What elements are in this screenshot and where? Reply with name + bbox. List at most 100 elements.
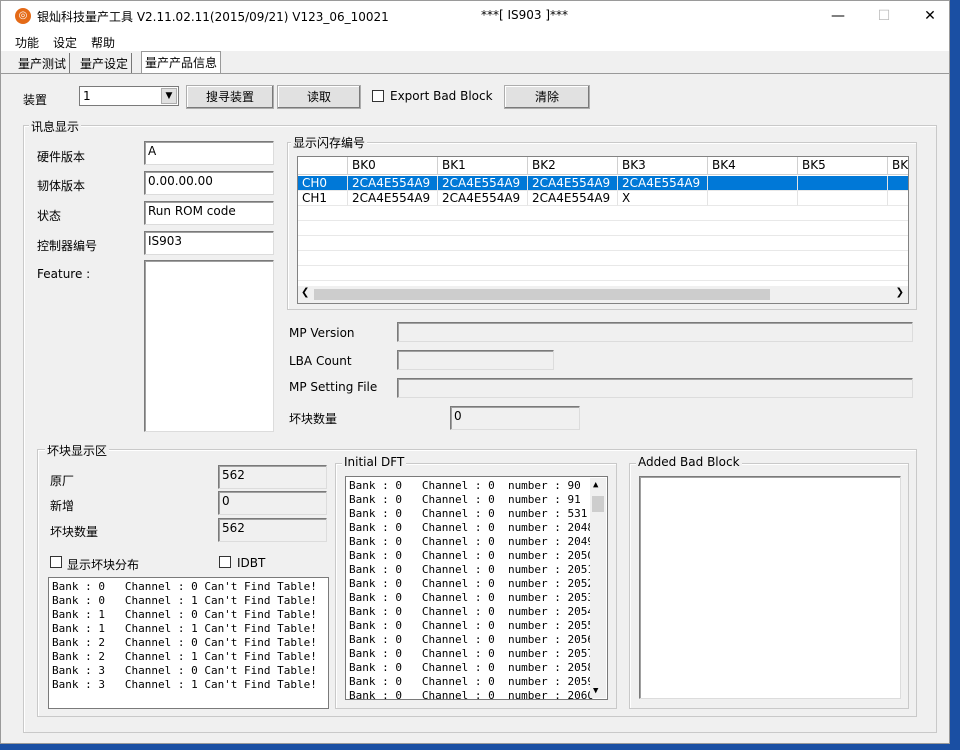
grid-cell[interactable]: 2CA4E554A9 (438, 191, 528, 206)
grid-cell[interactable]: 2CA4E554A9 (528, 191, 618, 206)
grid-cell[interactable]: 2CA4E554A9 (618, 176, 708, 191)
list-item[interactable]: Bank : 0 Channel : 0 number : 531 (349, 507, 604, 521)
list-item[interactable]: Bank : 0 Channel : 0 number : 91 (349, 493, 604, 507)
status-field[interactable]: Run ROM code (144, 201, 274, 225)
grid-cell[interactable] (888, 191, 908, 206)
device-select[interactable]: 1 ▼ (79, 86, 179, 106)
list-item[interactable]: Bank : 0 Channel : 0 number : 2049 (349, 535, 604, 549)
list-item[interactable]: Bank : 0 Channel : 0 number : 2058 (349, 661, 604, 675)
chevron-left-icon[interactable]: ❮ (301, 287, 309, 298)
idbt-checkbox[interactable] (219, 556, 231, 568)
list-item[interactable]: Bank : 0 Channel : 0 number : 2048 (349, 521, 604, 535)
list-item[interactable]: Bank : 0 Channel : 0 number : 2050 (349, 549, 604, 563)
grid-header-bk6[interactable]: BK (888, 157, 908, 175)
grid-cell[interactable]: 2CA4E554A9 (348, 176, 438, 191)
initial-dft-title: Initial DFT (342, 455, 407, 469)
grid-horizontal-scrollbar[interactable]: ❮ ❯ (298, 286, 908, 303)
lba-count-field[interactable] (397, 350, 554, 370)
list-item[interactable]: Bank : 0 Channel : 0 number : 90 (349, 479, 604, 493)
list-item[interactable]: Bank : 0 Channel : 0 Can't Find Table! (52, 580, 325, 594)
device-title: ***[ IS903 ]*** (481, 8, 569, 22)
new-bad-label: 新增 (50, 499, 75, 513)
chevron-down-icon[interactable]: ▼ (593, 684, 598, 698)
grid-header-bk2[interactable]: BK2 (528, 157, 618, 175)
grid-header-bk5[interactable]: BK5 (798, 157, 888, 175)
controller-id-label: 控制器编号 (37, 239, 98, 253)
grid-cell[interactable]: 2CA4E554A9 (528, 176, 618, 191)
bad-block-group-title: 坏块显示区 (45, 442, 110, 459)
grid-cell[interactable] (798, 191, 888, 206)
chevron-right-icon[interactable]: ❯ (896, 287, 904, 298)
export-bad-block-checkbox[interactable] (372, 90, 384, 102)
list-item[interactable]: Bank : 3 Channel : 1 Can't Find Table! (52, 678, 325, 692)
list-item[interactable]: Bank : 1 Channel : 1 Can't Find Table! (52, 622, 325, 636)
bad-block-list[interactable]: Bank : 0 Channel : 0 Can't Find Table! B… (48, 577, 329, 709)
list-item[interactable]: Bank : 0 Channel : 0 number : 2051 (349, 563, 604, 577)
list-item[interactable]: Bank : 0 Channel : 0 number : 2056 (349, 633, 604, 647)
initial-dft-list[interactable]: Bank : 0 Channel : 0 number : 90 Bank : … (345, 476, 608, 700)
device-label: 装置 (23, 93, 48, 107)
tab-mp-product-info[interactable]: 量产产品信息 (141, 51, 222, 73)
list-item[interactable]: Bank : 0 Channel : 0 number : 2060 (349, 689, 604, 699)
grid-cell[interactable]: 2CA4E554A9 (348, 191, 438, 206)
flash-id-grid[interactable]: BK0 BK1 BK2 BK3 BK4 BK5 BK CH0 2CA4E554A… (297, 156, 909, 304)
scrollbar-thumb[interactable] (314, 289, 770, 300)
grid-cell[interactable] (708, 176, 798, 191)
device-select-value: 1 (83, 89, 91, 103)
title-bar: ◎ 银灿科技量产工具 V2.11.02.11(2015/09/21) V123_… (1, 1, 949, 31)
read-button[interactable]: 读取 (277, 85, 361, 109)
list-item[interactable]: Bank : 0 Channel : 0 number : 2059 (349, 675, 604, 689)
info-group-title: 讯息显示 (29, 118, 82, 135)
grid-header-bk0[interactable]: BK0 (348, 157, 438, 175)
controller-id-field[interactable]: IS903 (144, 231, 274, 255)
list-item[interactable]: Bank : 2 Channel : 0 Can't Find Table! (52, 636, 325, 650)
menu-help[interactable]: 帮助 (91, 34, 115, 51)
list-item[interactable]: Bank : 0 Channel : 0 number : 2053 (349, 591, 604, 605)
bad-count-field[interactable]: 562 (218, 518, 327, 542)
row-header-ch0[interactable]: CH0 (298, 176, 348, 191)
grid-cell[interactable]: 2CA4E554A9 (438, 176, 528, 191)
grid-header-bk4[interactable]: BK4 (708, 157, 798, 175)
grid-header-bk1[interactable]: BK1 (438, 157, 528, 175)
mp-version-field[interactable] (397, 322, 913, 342)
menu-function[interactable]: 功能 (15, 34, 39, 51)
show-bad-distribution-checkbox[interactable] (50, 556, 62, 568)
search-device-button[interactable]: 搜寻装置 (186, 85, 274, 109)
dft-vertical-scrollbar[interactable]: ▲ ▼ (590, 478, 606, 698)
list-item[interactable]: Bank : 0 Channel : 0 number : 2055 (349, 619, 604, 633)
added-bad-block-title: Added Bad Block (636, 455, 742, 469)
fw-version-field[interactable]: 0.00.00.00 (144, 171, 274, 195)
menu-settings[interactable]: 设定 (53, 34, 77, 51)
list-item[interactable]: Bank : 0 Channel : 0 number : 2054 (349, 605, 604, 619)
maximize-button[interactable]: ☐ (861, 1, 907, 31)
hw-version-field[interactable]: A (144, 141, 274, 165)
mp-setting-file-field[interactable] (397, 378, 913, 398)
list-item[interactable]: Bank : 3 Channel : 0 Can't Find Table! (52, 664, 325, 678)
mp-bad-block-count-field[interactable]: 0 (450, 406, 580, 430)
clear-button[interactable]: 清除 (504, 85, 590, 109)
minimize-button[interactable]: — (815, 1, 861, 31)
new-bad-field[interactable]: 0 (218, 491, 327, 515)
grid-header-bk3[interactable]: BK3 (618, 157, 708, 175)
grid-cell[interactable]: X (618, 191, 708, 206)
close-button[interactable]: ✕ (907, 1, 953, 31)
list-item[interactable]: Bank : 0 Channel : 0 number : 2057 (349, 647, 604, 661)
list-item[interactable]: Bank : 1 Channel : 0 Can't Find Table! (52, 608, 325, 622)
factory-bad-field[interactable]: 562 (218, 465, 327, 489)
chevron-down-icon[interactable]: ▼ (161, 88, 177, 104)
added-bad-block-list[interactable] (639, 476, 901, 699)
list-item[interactable]: Bank : 2 Channel : 1 Can't Find Table! (52, 650, 325, 664)
tab-mp-settings[interactable]: 量产设定 (77, 53, 133, 73)
grid-cell[interactable] (888, 176, 908, 191)
row-header-ch1[interactable]: CH1 (298, 191, 348, 206)
list-item[interactable]: Bank : 0 Channel : 1 Can't Find Table! (52, 594, 325, 608)
mp-version-label: MP Version (289, 326, 355, 340)
scrollbar-thumb[interactable] (592, 496, 604, 512)
show-bad-distribution-label: 显示坏块分布 (67, 558, 140, 572)
tab-mp-test[interactable]: 量产测试 (15, 53, 71, 73)
feature-textarea[interactable] (144, 260, 274, 432)
chevron-up-icon[interactable]: ▲ (593, 478, 598, 492)
grid-cell[interactable] (708, 191, 798, 206)
grid-cell[interactable] (798, 176, 888, 191)
list-item[interactable]: Bank : 0 Channel : 0 number : 2052 (349, 577, 604, 591)
